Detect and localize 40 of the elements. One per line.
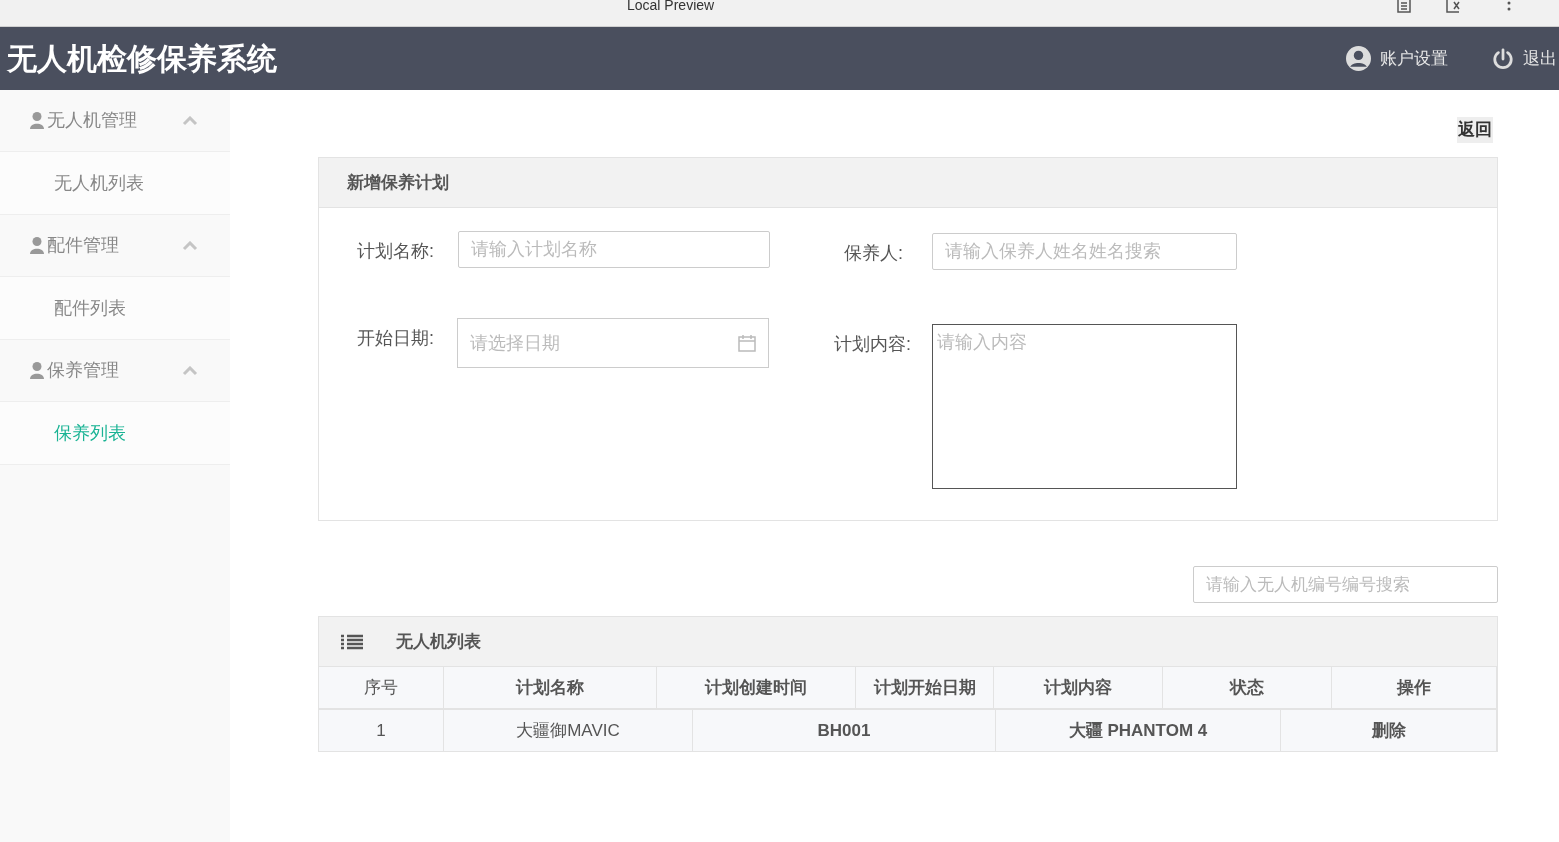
field-label: 计划内容: [834, 333, 911, 356]
text-field[interactable]: 请输入保养人姓名姓名搜索 [932, 233, 1237, 270]
panel-title: 新增保养计划 [347, 171, 449, 194]
logout-link[interactable]: 退出 [1523, 45, 1559, 72]
field-label: 开始日期: [357, 327, 434, 350]
calendar-icon [738, 334, 756, 352]
column-header: 计划名称 [444, 667, 657, 708]
back-button[interactable]: 返回 [1457, 117, 1493, 143]
table-cell: 大疆 PHANTOM 4 [996, 710, 1281, 751]
date-field[interactable]: 请选择日期 [457, 318, 769, 368]
field-label: 保养人: [844, 242, 903, 265]
window-title: Local Preview [627, 0, 715, 15]
chevron-up-icon [182, 115, 198, 126]
app-title: 无人机检修保养系统 [7, 41, 277, 77]
table-title: 无人机列表 [396, 630, 481, 653]
column-header: 操作 [1332, 667, 1497, 708]
account-settings-link[interactable]: 账户设置 [1380, 45, 1448, 72]
chevron-up-icon [182, 240, 198, 251]
column-header: 计划开始日期 [856, 667, 994, 708]
field-label: 计划名称: [357, 240, 434, 263]
column-header: 计划内容 [994, 667, 1163, 708]
more-icon[interactable] [1507, 1, 1511, 12]
column-header: 序号 [319, 667, 444, 708]
table-cell: 1 [319, 710, 444, 751]
power-icon[interactable] [1492, 47, 1514, 70]
column-header: 计划创建时间 [657, 667, 856, 708]
text-field[interactable]: 请输入计划名称 [458, 231, 770, 268]
user-icon[interactable] [1346, 46, 1371, 71]
user-icon [30, 112, 44, 129]
chevron-up-icon [182, 365, 198, 376]
document-icon[interactable] [1396, 0, 1412, 13]
table-cell: BH001 [693, 710, 996, 751]
user-icon [30, 362, 44, 379]
delete-link[interactable]: 删除 [1281, 710, 1497, 751]
column-header: 状态 [1163, 667, 1332, 708]
list-icon [341, 633, 363, 650]
search-field[interactable]: 请输入无人机编号编号搜索 [1194, 567, 1497, 602]
user-icon [30, 237, 44, 254]
table-cell: 大疆御MAVIC [444, 710, 693, 751]
content-textarea[interactable]: 请输入内容 [932, 324, 1237, 489]
